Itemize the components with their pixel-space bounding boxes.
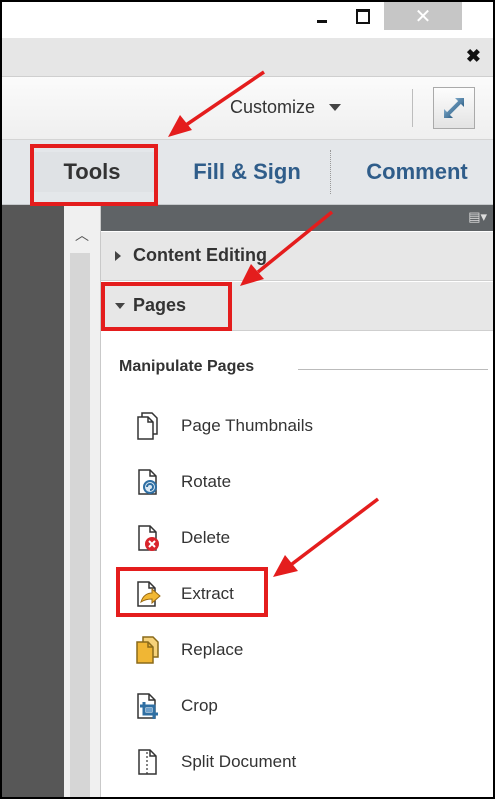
panel-options-icon[interactable]: ▤▾ xyxy=(468,209,487,225)
app-window: ✕ ✖ Customize Tools Fill & Sign Comment … xyxy=(0,0,495,799)
customize-label: Customize xyxy=(230,97,316,117)
tab-comment[interactable]: Comment xyxy=(347,152,487,192)
crop-page-icon xyxy=(135,691,161,721)
panel-header: ▤▾ xyxy=(101,205,493,231)
restore-icon xyxy=(356,8,370,24)
tab-divider xyxy=(330,150,332,194)
split-document-icon xyxy=(135,747,161,777)
rotate-page-icon xyxy=(135,467,161,497)
tool-crop-label: Crop xyxy=(181,696,218,715)
pages-tool-list: Manipulate Pages Page Thumbnails Rotate … xyxy=(101,332,493,797)
toolbar-divider xyxy=(412,89,413,127)
document-gutter xyxy=(2,205,64,797)
tool-page-thumbnails[interactable]: Page Thumbnails xyxy=(135,408,313,444)
window-close-button[interactable]: ✕ xyxy=(384,2,462,30)
scrollbar-thumb[interactable] xyxy=(70,253,90,797)
close-icon: ✕ xyxy=(414,5,432,28)
top-toolbar: Customize xyxy=(2,77,493,140)
tool-split-document[interactable]: Split Document xyxy=(135,744,296,780)
customize-dropdown[interactable]: Customize xyxy=(230,97,342,118)
minimize-icon xyxy=(317,19,327,23)
section-content-editing-label: Content Editing xyxy=(133,245,267,265)
scroll-up-icon[interactable]: ︿ xyxy=(75,225,89,245)
tool-rotate-label: Rotate xyxy=(181,472,232,491)
group-divider xyxy=(298,369,488,370)
fullscreen-icon xyxy=(444,98,464,118)
chevron-down-icon xyxy=(329,104,342,111)
pane-close-icon[interactable]: ✖ xyxy=(466,46,481,67)
restore-button[interactable] xyxy=(346,2,380,30)
tab-comment-label: Comment xyxy=(366,159,468,184)
tool-split-document-label: Split Document xyxy=(181,752,297,771)
tool-replace[interactable]: Replace xyxy=(135,632,243,668)
panel-scrollbar[interactable]: ︿ xyxy=(64,205,101,797)
section-content-editing[interactable]: Content Editing xyxy=(101,232,493,281)
replace-page-icon xyxy=(135,635,161,665)
page-thumbnails-icon xyxy=(135,411,161,441)
tool-crop[interactable]: Crop xyxy=(135,688,218,724)
tab-fill-sign-label: Fill & Sign xyxy=(193,159,301,184)
group-title: Manipulate Pages xyxy=(119,358,255,375)
tool-page-thumbnails-label: Page Thumbnails xyxy=(181,416,313,435)
highlight-extract-tool xyxy=(116,567,268,617)
tool-delete-label: Delete xyxy=(181,528,231,547)
highlight-tools-tab xyxy=(30,144,158,206)
minimize-button[interactable] xyxy=(304,2,340,30)
chevron-right-icon xyxy=(115,251,121,261)
tool-replace-label: Replace xyxy=(181,640,244,659)
highlight-pages-section xyxy=(101,282,232,331)
tool-rotate[interactable]: Rotate xyxy=(135,464,231,500)
tab-fill-sign[interactable]: Fill & Sign xyxy=(172,152,322,192)
tool-delete[interactable]: Delete xyxy=(135,520,230,556)
delete-page-icon xyxy=(135,523,161,553)
fullscreen-button[interactable] xyxy=(433,87,475,129)
title-bar: ✕ xyxy=(2,2,493,38)
document-pane-strip: ✖ xyxy=(2,38,493,77)
